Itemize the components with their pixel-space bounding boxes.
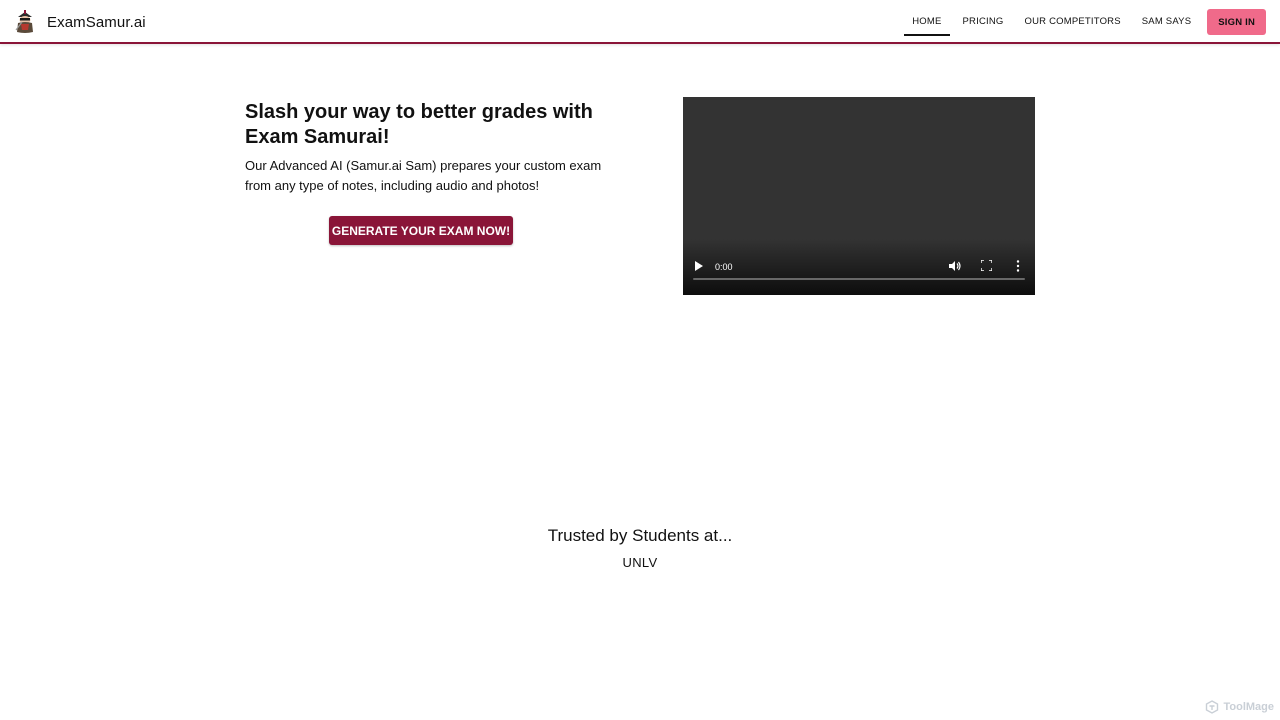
watermark: ToolMage bbox=[1205, 700, 1274, 714]
video-controls: 0:00 bbox=[683, 239, 1035, 295]
brand[interactable]: ExamSamur.ai bbox=[14, 9, 146, 35]
hero-title: Slash your way to better grades with Exa… bbox=[245, 101, 593, 148]
video-player[interactable]: 0:00 bbox=[683, 97, 1035, 295]
watermark-text: ToolMage bbox=[1223, 701, 1274, 713]
samurai-logo-icon bbox=[15, 10, 33, 33]
hero-description: Our Advanced AI (Samur.ai Sam) prepares … bbox=[245, 158, 602, 193]
generate-exam-button[interactable]: GENERATE YOUR EXAM NOW! bbox=[329, 216, 513, 245]
sign-in-button[interactable]: SIGN IN bbox=[1207, 9, 1266, 35]
video-time: 0:00 bbox=[715, 262, 733, 272]
nav-item-our-competitors[interactable]: OUR COMPETITORS bbox=[1017, 9, 1129, 35]
play-icon[interactable] bbox=[695, 261, 703, 271]
volume-icon[interactable] bbox=[949, 260, 961, 272]
nav-item-sam-says[interactable]: SAM SAYS bbox=[1134, 9, 1199, 35]
video-progress-bar[interactable] bbox=[693, 278, 1025, 280]
more-options-icon[interactable] bbox=[1016, 260, 1020, 272]
trusted-school: UNLV bbox=[622, 555, 658, 570]
toolmage-logo-icon bbox=[1206, 700, 1219, 714]
fullscreen-icon[interactable] bbox=[981, 260, 992, 271]
trusted-title: Trusted by Students at... bbox=[547, 526, 733, 545]
brand-name: ExamSamur.ai bbox=[47, 13, 146, 31]
nav-item-home[interactable]: HOME bbox=[904, 9, 950, 36]
site-header: ExamSamur.ai HOME PRICING OUR COMPETITOR… bbox=[0, 0, 1280, 44]
nav-item-pricing[interactable]: PRICING bbox=[955, 9, 1012, 35]
main-nav: HOME PRICING OUR COMPETITORS SAM SAYS SI… bbox=[899, 8, 1266, 36]
